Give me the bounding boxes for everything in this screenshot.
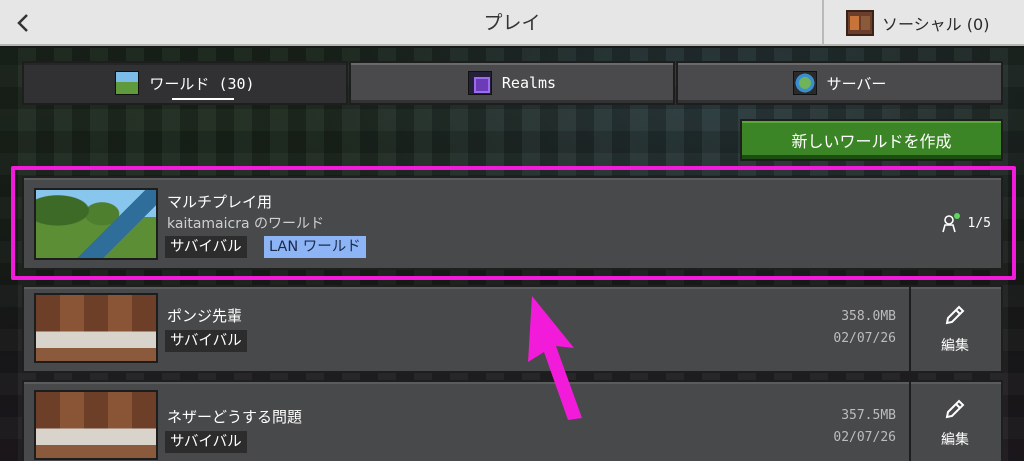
tab-servers[interactable]: サーバー	[676, 61, 1003, 105]
world-thumbnail	[34, 293, 158, 363]
edit-world-button[interactable]: 編集	[909, 382, 999, 461]
game-mode-badge: サバイバル	[165, 330, 247, 352]
chevron-left-icon	[17, 14, 28, 32]
edit-label: 編集	[941, 338, 969, 354]
globe-icon	[792, 71, 817, 95]
realms-portal-icon	[467, 71, 492, 95]
world-size: 357.5MB	[841, 408, 896, 423]
friends-avatar-icon	[846, 10, 874, 36]
grass-block-icon	[115, 71, 140, 95]
active-tab-indicator	[172, 98, 234, 100]
world-name: ポンジ先輩	[167, 307, 243, 325]
world-name: ネザーどうする問題	[167, 408, 303, 426]
world-size: 358.0MB	[841, 309, 896, 324]
tab-realms-label: Realms	[501, 74, 557, 92]
world-date: 02/07/26	[833, 430, 896, 445]
edit-label: 編集	[941, 432, 969, 448]
create-new-world-button[interactable]: 新しいワールドを作成	[740, 119, 1003, 161]
social-button[interactable]: ソーシャル (0)	[822, 0, 1024, 46]
highlight-box	[11, 166, 1016, 280]
edit-world-button[interactable]: 編集	[909, 287, 999, 371]
pointer-arrow	[528, 296, 582, 420]
pencil-icon	[945, 305, 965, 325]
world-date: 02/07/26	[833, 331, 896, 346]
back-button[interactable]	[0, 0, 46, 46]
tab-worlds[interactable]: ワールド (30)	[22, 61, 348, 105]
top-bar: プレイ ソーシャル (0)	[0, 0, 1024, 46]
tab-realms[interactable]: Realms	[349, 61, 675, 105]
tab-servers-label: サーバー	[826, 74, 887, 93]
game-mode-badge: サバイバル	[165, 431, 247, 453]
social-label: ソーシャル (0)	[882, 15, 990, 34]
tab-worlds-label: ワールド (30)	[149, 74, 255, 93]
world-thumbnail	[34, 390, 158, 460]
pencil-icon	[945, 399, 965, 419]
